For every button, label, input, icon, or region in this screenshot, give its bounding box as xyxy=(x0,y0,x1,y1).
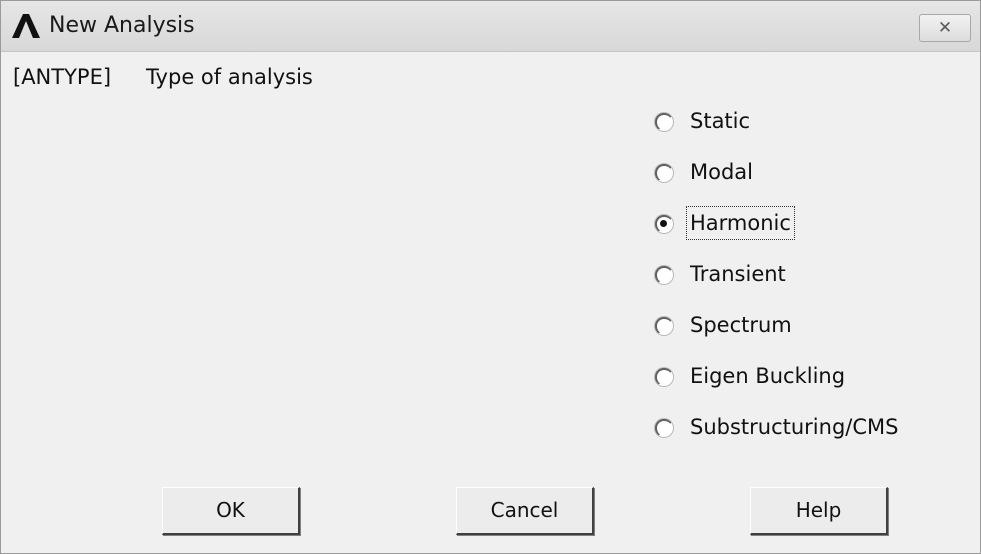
ok-button[interactable]: OK xyxy=(162,487,300,535)
cancel-button[interactable]: Cancel xyxy=(456,487,594,535)
prompt-label: Type of analysis xyxy=(146,65,313,89)
radio-button-icon[interactable] xyxy=(655,368,673,386)
radio-button-icon[interactable] xyxy=(655,164,673,182)
ansys-logo-icon xyxy=(12,14,40,38)
radio-option-harmonic[interactable]: Harmonic xyxy=(654,206,954,258)
radio-label[interactable]: Harmonic xyxy=(686,206,795,240)
radio-label[interactable]: Substructuring/CMS xyxy=(688,412,900,442)
radio-label[interactable]: Spectrum xyxy=(688,310,794,340)
new-analysis-dialog: New Analysis ✕ [ANTYPE] Type of analysis… xyxy=(0,0,981,554)
radio-option-eigen-buckling[interactable]: Eigen Buckling xyxy=(654,360,954,411)
analysis-type-radio-group: Static Modal Harmonic Transient Spectrum… xyxy=(654,105,954,462)
close-button[interactable]: ✕ xyxy=(919,14,971,42)
radio-button-icon[interactable] xyxy=(655,317,673,335)
radio-option-substructuring-cms[interactable]: Substructuring/CMS xyxy=(654,411,954,462)
radio-button-icon[interactable] xyxy=(655,419,673,437)
radio-option-spectrum[interactable]: Spectrum xyxy=(654,309,954,360)
radio-button-icon[interactable] xyxy=(655,266,673,284)
window-title: New Analysis xyxy=(49,13,195,38)
radio-button-icon[interactable] xyxy=(655,113,673,131)
radio-label[interactable]: Modal xyxy=(688,157,755,187)
radio-label[interactable]: Static xyxy=(688,106,752,136)
radio-label[interactable]: Transient xyxy=(688,259,788,289)
help-button[interactable]: Help xyxy=(750,487,888,535)
radio-option-transient[interactable]: Transient xyxy=(654,258,954,309)
title-bar[interactable]: New Analysis ✕ xyxy=(1,1,980,52)
close-icon: ✕ xyxy=(937,18,953,38)
radio-button-selected-icon[interactable] xyxy=(655,215,673,233)
radio-label[interactable]: Eigen Buckling xyxy=(688,361,847,391)
radio-option-modal[interactable]: Modal xyxy=(654,156,954,207)
radio-option-static[interactable]: Static xyxy=(654,105,954,156)
prompt-command-code: [ANTYPE] xyxy=(13,65,112,89)
radio-selected-dot xyxy=(660,220,667,227)
